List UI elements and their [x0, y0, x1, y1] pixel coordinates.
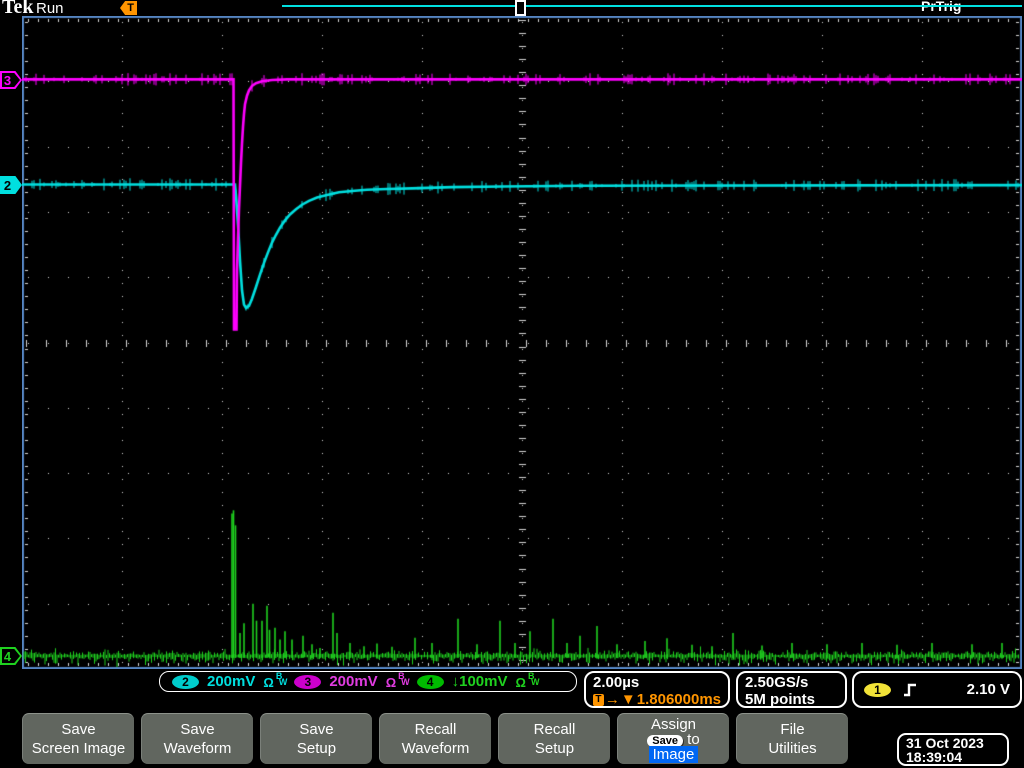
recall-waveform-button[interactable]: Recall Waveform [379, 713, 491, 764]
channel-2-badge: 2 [172, 674, 199, 689]
assign-target-label: Image [648, 745, 699, 763]
channel-3-badge: 3 [294, 674, 322, 689]
channel-4-readout: 4 ↓100mV ΩBW [416, 670, 540, 691]
assign-save-to-image-button[interactable]: Assign Save to Image [617, 713, 729, 764]
channel-2-impedance-icon: ΩBW [263, 670, 288, 690]
channel-2-scale: 200mV [207, 673, 256, 690]
expansion-point-icon[interactable] [515, 0, 526, 16]
channel-2-marker-icon[interactable]: 2 [0, 176, 22, 194]
time-label: 18:39:04 [906, 749, 963, 765]
channel-3-scale: 200mV [329, 673, 378, 690]
timebase-scale: 2.00µs [593, 674, 640, 691]
channel-4-marker-icon[interactable]: 4 [0, 647, 22, 665]
record-view-waveform [282, 5, 1022, 7]
channel-3-impedance-icon: ΩBW [385, 670, 410, 690]
save-setup-button[interactable]: Save Setup [260, 713, 372, 764]
channel-4-scale: ↓100mV [451, 673, 508, 690]
acquisition-readout: 2.50GS/s 5M points [736, 671, 847, 708]
trigger-delay-readout: T → ▼ 1.806000ms [593, 691, 721, 708]
save-screen-image-button[interactable]: Save Screen Image [22, 713, 134, 764]
acquisition-status: Run [36, 0, 64, 17]
record-length: 5M points [745, 691, 815, 708]
recall-setup-button[interactable]: Recall Setup [498, 713, 610, 764]
bottom-menu: Save Screen Image Save Waveform Save Setup … [22, 713, 848, 764]
file-utilities-button[interactable]: File Utilities [736, 713, 848, 764]
channel-readouts: 2 200mV ΩBW 3 200mV ΩBW 4 ↓100mV ΩBW [159, 671, 577, 692]
trigger-status-label: PrTrig [921, 0, 962, 14]
waveform-display [22, 16, 1022, 669]
trigger-readout: 1 2.10 V [852, 671, 1022, 708]
record-trigger-flag-icon[interactable]: T [120, 1, 137, 15]
save-waveform-button[interactable]: Save Waveform [141, 713, 253, 764]
channel-4-badge: 4 [416, 674, 444, 689]
channel-4-impedance-icon: ΩBW [515, 670, 540, 690]
datetime-display: 31 Oct 2023 18:39:04 [897, 733, 1009, 766]
rising-edge-slope-icon [904, 683, 916, 696]
timebase-readout: 2.00µs T → ▼ 1.806000ms [584, 671, 730, 708]
channel-3-readout: 3 200mV ΩBW [294, 670, 410, 691]
date-label: 31 Oct 2023 [906, 735, 984, 751]
waveform-canvas [22, 16, 1022, 669]
channel-3-marker-icon[interactable]: 3 [0, 71, 22, 89]
channel-2-readout: 2 200mV ΩBW [172, 670, 288, 691]
save-key-icon: Save [647, 734, 683, 747]
trigger-level-value: 2.10 V [966, 681, 1010, 698]
trigger-source-badge: 1 [864, 682, 891, 697]
sample-rate: 2.50GS/s [745, 674, 809, 691]
oscilloscope-screen: Tek Run PrTrig T T 3 2 4 2 200mV ΩBW 3 2… [0, 0, 1024, 768]
trigger-time-icon: T [593, 693, 604, 706]
